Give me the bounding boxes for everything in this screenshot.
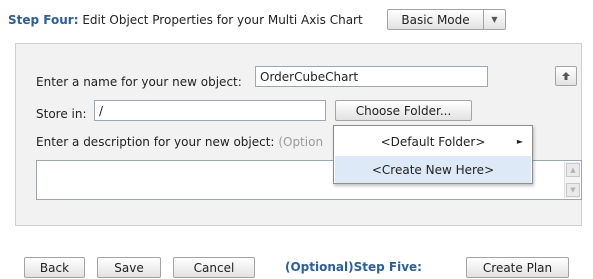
description-label: Enter a description for your new object:… bbox=[36, 135, 323, 149]
menu-item-create-new-label: <Create New Here> bbox=[371, 162, 495, 177]
step-four-label: Step Four: bbox=[8, 13, 79, 27]
basic-mode-split-button[interactable]: Basic Mode ▼ bbox=[387, 9, 506, 30]
chevron-right-icon: ► bbox=[516, 137, 523, 146]
name-label: Enter a name for your new object: bbox=[36, 75, 242, 89]
description-scrollbar[interactable]: ▲ ▼ bbox=[564, 162, 580, 198]
menu-item-create-new-here[interactable]: <Create New Here> bbox=[335, 156, 531, 183]
choose-folder-button[interactable]: Choose Folder... bbox=[335, 100, 472, 121]
create-plan-button[interactable]: Create Plan bbox=[466, 257, 569, 278]
chevron-down-icon[interactable]: ▼ bbox=[483, 10, 505, 29]
store-in-label: Store in: bbox=[36, 107, 87, 121]
menu-item-default-folder[interactable]: <Default Folder> ► bbox=[335, 128, 531, 155]
save-button[interactable]: Save bbox=[97, 257, 161, 278]
object-name-input[interactable] bbox=[255, 66, 488, 87]
step-five-label: (Optional)Step Five: bbox=[285, 260, 422, 274]
up-button[interactable] bbox=[555, 66, 577, 86]
back-button[interactable]: Back bbox=[24, 257, 85, 278]
step-four-title: Edit Object Properties for your Multi Ax… bbox=[82, 13, 363, 27]
store-in-input[interactable] bbox=[94, 100, 326, 121]
scroll-down-icon[interactable]: ▼ bbox=[566, 183, 580, 197]
basic-mode-label[interactable]: Basic Mode bbox=[401, 13, 469, 27]
cancel-button[interactable]: Cancel bbox=[173, 257, 255, 278]
scroll-up-icon[interactable]: ▲ bbox=[566, 163, 580, 177]
description-label-text: Enter a description for your new object: bbox=[36, 135, 275, 149]
up-arrow-icon bbox=[562, 72, 570, 80]
description-optional-hint: (Option bbox=[278, 135, 324, 149]
menu-item-default-folder-label: <Default Folder> bbox=[380, 134, 486, 149]
folder-menu: <Default Folder> ► <Create New Here> bbox=[333, 125, 533, 184]
page-title: Step Four: Edit Object Properties for yo… bbox=[8, 13, 363, 27]
